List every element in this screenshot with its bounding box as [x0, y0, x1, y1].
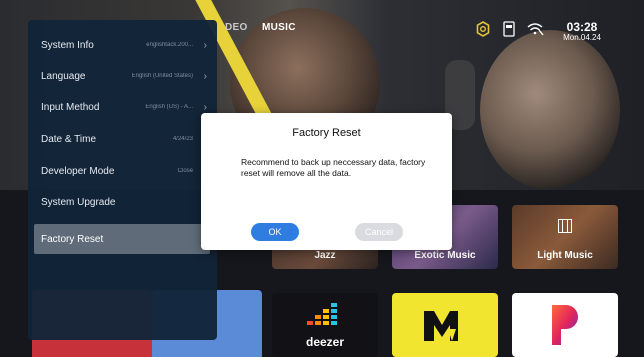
wifi-disconnected-icon[interactable]: [526, 20, 544, 38]
tile-label: Exotic Music: [414, 250, 476, 261]
settings-item-value: English (United States): [131, 73, 193, 79]
settings-gear-icon[interactable]: [474, 20, 492, 38]
status-icons: [474, 20, 544, 38]
dialog-message: Recommend to back up neccessary data, fa…: [241, 157, 426, 178]
settings-item-factory-reset[interactable]: Factory Reset: [34, 224, 210, 254]
ok-button[interactable]: OK: [251, 223, 299, 241]
settings-item-system-info[interactable]: System Info englishtack.200... ›: [28, 30, 217, 60]
dialog-title: Factory Reset: [292, 127, 361, 139]
chevron-right-icon: ›: [203, 101, 207, 113]
settings-item-system-upgrade[interactable]: System Upgrade: [28, 187, 217, 217]
settings-item-label: Input Method: [41, 101, 100, 113]
tile-label: deezer: [305, 335, 345, 349]
settings-item-label: Language: [41, 70, 86, 82]
settings-item-input-method[interactable]: Input Method English (US) - A... ›: [28, 92, 217, 122]
tile-mtv[interactable]: [392, 293, 498, 357]
cancel-button[interactable]: Cancel: [355, 223, 403, 241]
settings-item-label: Date & Time: [41, 133, 97, 145]
tab-music[interactable]: MUSIC: [262, 22, 296, 33]
factory-reset-dialog: Factory Reset Recommend to back up necce…: [201, 113, 452, 250]
settings-item-label: System Upgrade: [41, 196, 116, 208]
piano-icon: [558, 219, 572, 233]
settings-item-label: System Info: [41, 39, 94, 51]
tile-light-music[interactable]: Light Music: [512, 205, 618, 269]
deezer-logo-icon: [307, 303, 337, 325]
tv-launcher-screen: DEO MUSIC 03:28 Mon.04.24 Jazz Exotic Mu…: [0, 0, 644, 357]
tile-deezer[interactable]: deezer: [272, 293, 378, 357]
chevron-right-icon: ›: [203, 39, 207, 51]
settings-item-date-time[interactable]: Date & Time 4/24/23: [28, 124, 217, 154]
settings-item-label: Factory Reset: [41, 233, 104, 245]
settings-panel: System Info englishtack.200... › Languag…: [28, 20, 217, 340]
clock-time: 03:28: [566, 20, 598, 34]
tile-label: Jazz: [314, 250, 336, 261]
mtv-logo-icon: [424, 311, 458, 341]
hero-musician-image: [480, 30, 620, 190]
clock: 03:28 Mon.04.24: [558, 21, 606, 43]
usb-storage-icon[interactable]: [500, 20, 518, 38]
settings-item-value: English (US) - A...: [145, 104, 193, 110]
tile-label: Light Music: [537, 250, 593, 261]
chevron-right-icon: ›: [203, 70, 207, 82]
tab-video[interactable]: DEO: [225, 22, 248, 33]
settings-item-label: Developer Mode: [41, 165, 115, 177]
pandora-logo-icon: [552, 305, 578, 345]
clock-date: Mon.04.24: [563, 33, 601, 42]
settings-item-language[interactable]: Language English (United States) ›: [28, 61, 217, 91]
settings-item-value: 4/24/23: [172, 136, 193, 142]
settings-item-value: englishtack.200...: [146, 42, 193, 48]
settings-item-developer-mode[interactable]: Developer Mode Close: [28, 156, 217, 186]
settings-item-value: Close: [177, 168, 193, 174]
tile-pandora[interactable]: [512, 293, 618, 357]
